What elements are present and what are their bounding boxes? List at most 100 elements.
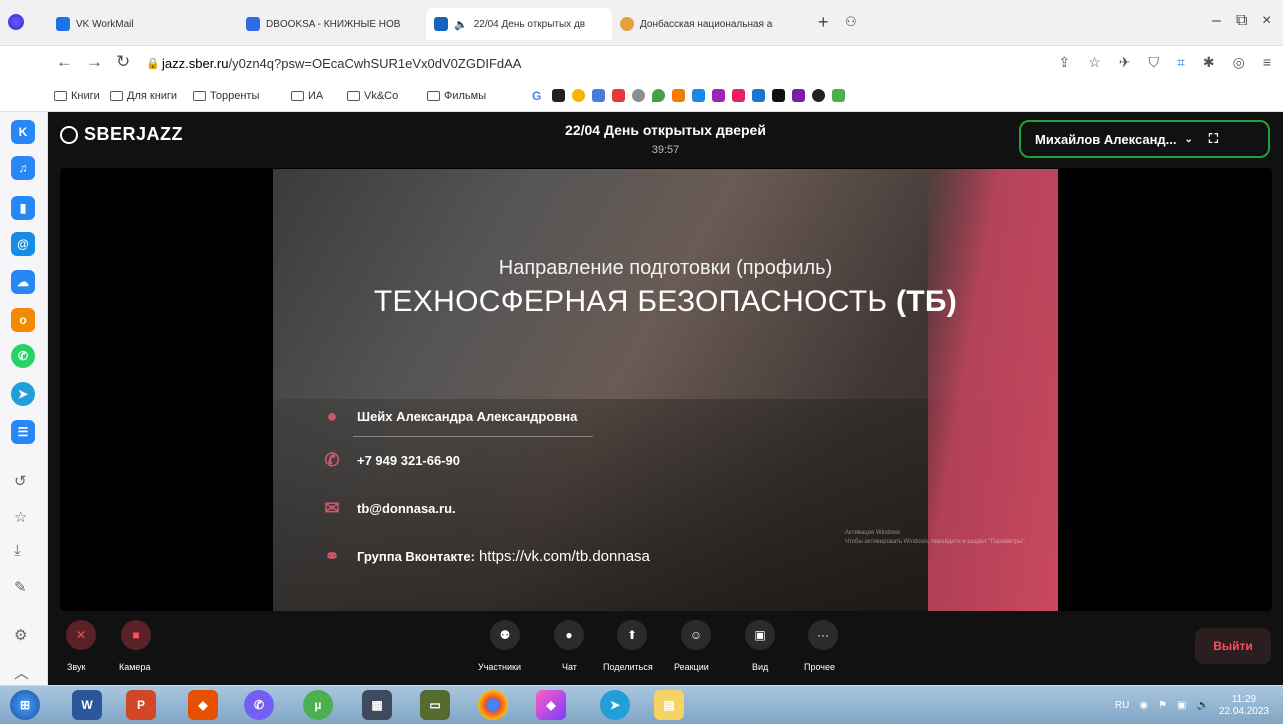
cloud-icon[interactable]: ☁ — [11, 270, 35, 294]
chrome-icon[interactable] — [478, 690, 508, 720]
telegram-icon[interactable]: ➤ — [600, 690, 630, 720]
whatsapp-icon[interactable]: ✆ — [11, 344, 35, 368]
more-button[interactable]: ··· — [808, 620, 838, 650]
restore-icon[interactable]: ⧉ — [1236, 12, 1247, 30]
profile-icon[interactable]: ◎ — [1233, 54, 1245, 71]
forward-icon[interactable]: → — [86, 52, 103, 72]
ok-icon[interactable]: o — [11, 308, 35, 332]
app-icon[interactable] — [552, 89, 565, 102]
mail-at-icon[interactable]: @ — [11, 232, 35, 256]
url-field[interactable]: jazz.sber.ru/y0zn4q?psw=OEcaCwhSUR1eVx0d… — [162, 56, 521, 71]
mail-icon[interactable] — [612, 89, 625, 102]
wb-icon[interactable] — [792, 89, 805, 102]
translate-icon[interactable] — [592, 89, 605, 102]
rocket-icon[interactable]: ✈ — [1119, 54, 1131, 71]
tab-vk-workmail[interactable]: VK WorkMail — [48, 8, 223, 40]
sound-label: Звук — [67, 662, 86, 672]
tab-jazz-meeting[interactable]: 🔈 22/04 День открытых дв — [426, 8, 612, 40]
fullscreen-icon[interactable]: ⛶ — [1209, 131, 1218, 147]
sound-button[interactable]: ✕ — [66, 620, 96, 650]
reactions-button[interactable]: ☺ — [681, 620, 711, 650]
viber-icon[interactable]: ✆ — [244, 690, 274, 720]
app-icon[interactable]: ◆ — [188, 690, 218, 720]
display-icon[interactable]: ▣ — [1177, 700, 1186, 711]
word-icon[interactable]: W — [72, 690, 102, 720]
circle-icon[interactable] — [812, 89, 825, 102]
bookmark-star-icon[interactable]: ☆ — [1088, 54, 1101, 71]
screen: VK WorkMail DBOOKSA - КНИЖНЫЕ НОВ 🔈 22/0… — [0, 0, 1283, 724]
edit-icon[interactable]: ✎ — [14, 578, 27, 596]
bookmark-folder[interactable]: Vk&Co — [347, 90, 398, 102]
lock-icon[interactable]: 🔒 — [146, 57, 160, 70]
heading-text: ТЕХНОСФЕРНАЯ БЕЗОПАСНОСТЬ — [373, 285, 888, 318]
bookmark-folder[interactable]: Фильмы — [427, 90, 486, 102]
browser-icon[interactable]: ◆ — [536, 690, 566, 720]
chat-icon[interactable] — [752, 89, 765, 102]
tab-donnasa[interactable]: Донбасская национальная а — [612, 8, 808, 40]
close-icon[interactable]: × — [1262, 12, 1271, 30]
telegram-icon[interactable]: ➤ — [11, 382, 35, 406]
translate-icon[interactable]: ⌗ — [1177, 54, 1185, 71]
jazz-app: SBERJAZZ 22/04 День открытых дверей 39:5… — [48, 112, 1283, 685]
view-button[interactable]: ▣ — [745, 620, 775, 650]
bookmark-folder[interactable]: Торренты — [193, 90, 259, 102]
avatar-icon[interactable] — [632, 89, 645, 102]
folder-icon — [347, 91, 360, 101]
share-icon[interactable]: ⇪ — [1058, 54, 1070, 71]
calendar-icon[interactable]: ▦ — [362, 690, 392, 720]
menu-icon[interactable]: ≡ — [1263, 54, 1271, 71]
monitor-icon[interactable]: ▭ — [420, 690, 450, 720]
history-icon[interactable]: ↺ — [14, 472, 27, 490]
contact-name-row: ● Шейх Александра Александровна — [321, 405, 578, 427]
settings-icon[interactable]: ⚙ — [14, 626, 27, 644]
exit-button[interactable]: Выйти — [1195, 628, 1271, 664]
google-icon[interactable]: G — [532, 89, 545, 103]
tab-groups-icon[interactable]: ⚇ — [845, 14, 857, 30]
browser-logo-icon[interactable] — [8, 14, 24, 30]
tab-dbooksa[interactable]: DBOOKSA - КНИЖНЫЕ НОВ — [238, 8, 423, 40]
check-icon[interactable] — [832, 89, 845, 102]
bookmark-folder[interactable]: Книги — [54, 90, 100, 102]
bookmark-folder[interactable]: ИА — [291, 90, 323, 102]
language-indicator[interactable]: RU — [1115, 700, 1129, 711]
bookmark-folder[interactable]: Для книги — [110, 90, 177, 102]
map-pin-icon[interactable] — [652, 89, 665, 102]
reload-icon[interactable]: ↻ — [116, 52, 130, 72]
collapse-icon[interactable]: ︿ — [14, 662, 29, 683]
tab-bar: VK WorkMail DBOOKSA - КНИЖНЫЕ НОВ 🔈 22/0… — [0, 0, 1283, 46]
participants-button[interactable]: ⚉ — [490, 620, 520, 650]
s-icon[interactable] — [772, 89, 785, 102]
cup-icon[interactable] — [712, 89, 725, 102]
vk-icon[interactable]: K — [11, 120, 35, 144]
notes-icon[interactable]: ☰ — [11, 420, 35, 444]
user-menu[interactable]: Михайлов Александ... ⌄ ⛶ — [1019, 120, 1270, 158]
flag-icon[interactable]: ⚑ — [1158, 700, 1167, 711]
stats-icon[interactable]: ▮ — [11, 196, 35, 220]
sun-icon[interactable] — [572, 89, 585, 102]
downloads-icon[interactable]: ⤓ — [14, 542, 21, 559]
clock[interactable]: 11:29 22.04.2023 — [1219, 694, 1269, 718]
person-icon[interactable] — [672, 89, 685, 102]
chat-button[interactable]: ● — [554, 620, 584, 650]
explorer-icon[interactable]: ▤ — [654, 690, 684, 720]
start-icon[interactable]: ⊞ — [10, 690, 40, 720]
shield-icon[interactable]: ⛉ — [1148, 54, 1159, 71]
mail-icon — [56, 17, 70, 31]
contact-name: Шейх Александра Александровна — [357, 408, 578, 424]
network-icon[interactable]: ◉ — [1139, 700, 1148, 711]
camera-button[interactable]: ■ — [121, 620, 151, 650]
back-icon[interactable]: ← — [56, 52, 73, 72]
utorrent-icon[interactable]: µ — [303, 690, 333, 720]
inbox-icon[interactable] — [692, 89, 705, 102]
music-icon[interactable]: ♫ — [11, 156, 35, 180]
phone-icon: ✆ — [324, 449, 340, 470]
heart-icon[interactable] — [732, 89, 745, 102]
minimize-icon[interactable]: – — [1212, 12, 1221, 30]
powerpoint-icon[interactable]: P — [126, 690, 156, 720]
new-tab-icon[interactable]: + — [818, 12, 829, 33]
favorites-icon[interactable]: ☆ — [14, 508, 27, 526]
volume-icon[interactable]: 🔈 — [1196, 700, 1208, 711]
extensions-icon[interactable]: ✱ — [1203, 54, 1215, 71]
speaker-icon[interactable]: 🔈 — [454, 18, 468, 31]
share-button[interactable]: ⬆ — [617, 620, 647, 650]
